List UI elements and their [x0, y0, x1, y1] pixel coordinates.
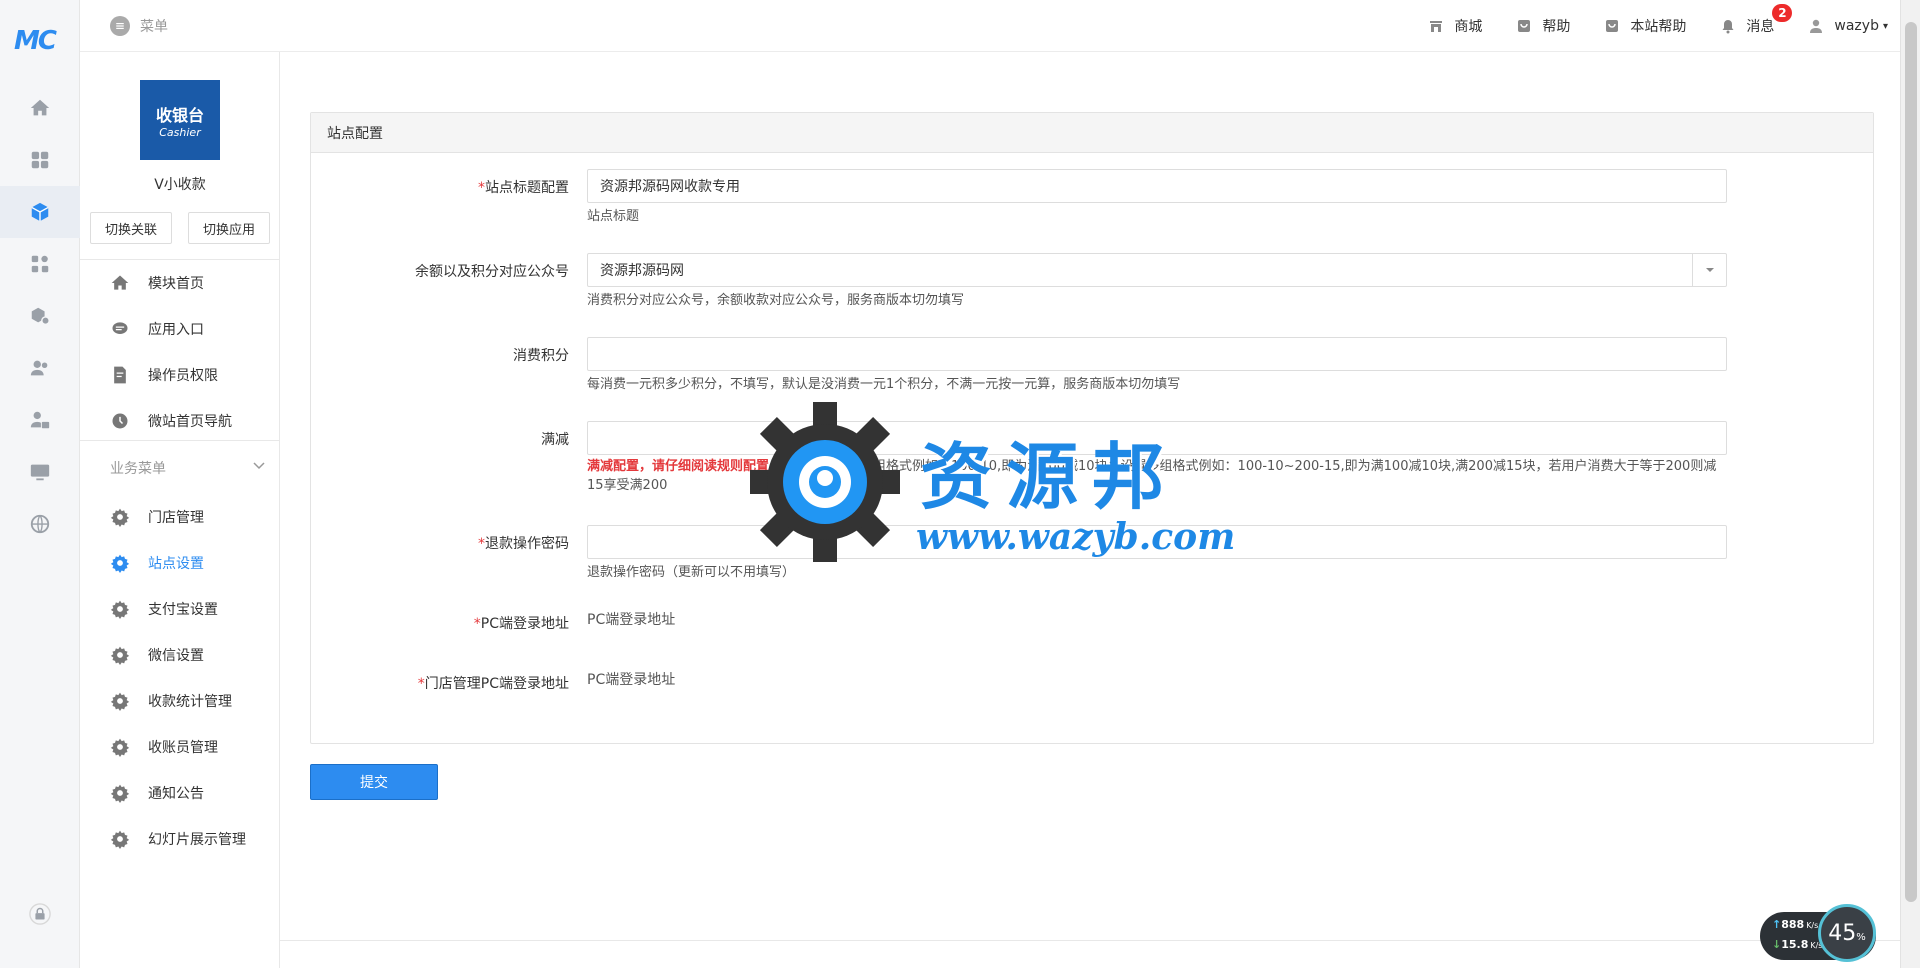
- rail-globe-icon[interactable]: [0, 498, 80, 550]
- site-title-input[interactable]: 资源邦源码网收款专用: [587, 169, 1727, 203]
- menu-list-icon: [110, 16, 130, 36]
- site-title-label: *站点标题配置: [478, 180, 569, 196]
- nav-site-help[interactable]: 本站帮助: [1604, 16, 1686, 36]
- rail-home-icon[interactable]: [0, 82, 80, 134]
- rail-user-lock-icon[interactable]: [0, 394, 80, 446]
- caret-down-icon: ▾: [1882, 20, 1888, 32]
- nav-help[interactable]: 帮助: [1516, 16, 1570, 36]
- user-menu[interactable]: wazyb ▾: [1808, 18, 1888, 34]
- menu-label: 菜单: [140, 19, 168, 35]
- points-label: 消费积分: [513, 348, 569, 364]
- gear-icon: [110, 784, 130, 803]
- rail-package-settings-icon[interactable]: [0, 290, 80, 342]
- store-pc-login-value: PC端登录地址: [587, 672, 676, 688]
- account-label: 余额以及积分对应公众号: [415, 264, 569, 280]
- refund-help: 退款操作密码（更新可以不用填写）: [587, 565, 796, 580]
- sidebar-item-announcements[interactable]: 通知公告: [80, 770, 280, 816]
- gear-icon: [110, 738, 130, 757]
- footer-divider: [280, 940, 1900, 941]
- submit-button[interactable]: 提交: [310, 764, 438, 800]
- pc-login-label: *PC端登录地址: [473, 616, 569, 632]
- business-menu: 门店管理 站点设置 支付宝设置 微信设置 收款统计管理 收账员管理 通知公告 幻…: [80, 494, 280, 862]
- pc-login-value: PC端登录地址: [587, 612, 676, 628]
- app-name: V小收款: [154, 177, 206, 193]
- select-caret-icon: [1692, 254, 1726, 286]
- menu-toggle[interactable]: 菜单: [110, 16, 168, 36]
- sidebar-item-app-entry[interactable]: 应用入口: [80, 306, 280, 352]
- shop-icon: [1430, 21, 1443, 32]
- gear-icon: [110, 830, 130, 849]
- home-icon: [111, 275, 129, 290]
- sidebar-item-microsite-nav[interactable]: 微站首页导航: [80, 398, 280, 444]
- nav-shop[interactable]: 商城: [1428, 16, 1482, 36]
- discount-help: 满减配置，请仔细阅读规则配置，可为空，设置一组格式例如：100-10,即为满10…: [587, 459, 1717, 493]
- discount-input[interactable]: [587, 421, 1727, 455]
- rail-cube-icon[interactable]: [0, 186, 80, 238]
- module-sidebar: 收银台 Cashier V小收款 切换关联 切换应用 模块首页 应用入口 操作员…: [80, 52, 280, 968]
- panel-title: 站点配置: [311, 113, 1873, 153]
- rail-monitor-icon[interactable]: [0, 446, 80, 498]
- main-content: 站点配置 *站点标题配置 资源邦源码网收款专用 站点标题 余额以及积分对应公众号…: [280, 52, 1900, 968]
- app-logo: 收银台 Cashier: [140, 80, 220, 160]
- gear-icon: [110, 600, 130, 619]
- site-config-panel: 站点配置 *站点标题配置 资源邦源码网收款专用 站点标题 余额以及积分对应公众号…: [310, 112, 1874, 744]
- user-name: wazyb: [1834, 18, 1879, 34]
- business-menu-header[interactable]: 业务菜单: [80, 440, 280, 494]
- discount-label: 满减: [541, 432, 569, 448]
- switch-link-button[interactable]: 切换关联: [90, 212, 172, 244]
- rail-apps-icon[interactable]: [0, 238, 80, 290]
- sidebar-item-alipay-settings[interactable]: 支付宝设置: [80, 586, 280, 632]
- sidebar-item-slideshow-management[interactable]: 幻灯片展示管理: [80, 816, 280, 862]
- sidebar-item-operator-permissions[interactable]: 操作员权限: [80, 352, 280, 398]
- upload-speed: ↑888 K/s: [1772, 918, 1819, 931]
- sidebar-item-module-home[interactable]: 模块首页: [80, 260, 280, 306]
- sidebar-item-cashier-management[interactable]: 收账员管理: [80, 724, 280, 770]
- chat-icon: [112, 322, 128, 334]
- site-help-icon: [1606, 20, 1619, 32]
- nav-messages[interactable]: 消息 2: [1720, 4, 1793, 36]
- top-nav: 商城 帮助 本站帮助 消息 2 wazyb ▾: [1428, 0, 1888, 52]
- account-help: 消费积分对应公众号，余额收款对应公众号，服务商版本切勿填写: [587, 293, 965, 308]
- store-pc-login-label: *门店管理PC端登录地址: [417, 676, 569, 692]
- edit-doc-icon: [114, 366, 126, 384]
- switch-app-button[interactable]: 切换应用: [188, 212, 270, 244]
- rail-grid-icon[interactable]: [0, 134, 80, 186]
- gear-icon: [110, 508, 130, 527]
- download-speed: ↓15.8 K/s: [1772, 938, 1823, 951]
- site-title-help: 站点标题: [587, 209, 640, 224]
- memory-usage-dial[interactable]: 45%: [1818, 904, 1876, 962]
- sidebar-item-store-management[interactable]: 门店管理: [80, 494, 280, 540]
- rail-users-icon[interactable]: [0, 342, 80, 394]
- icon-rail: MC: [0, 0, 80, 968]
- bell-icon: [1722, 20, 1734, 34]
- points-help: 每消费一元积多少积分，不填写，默认是没消费一元1个积分，不满一元按一元算，服务商…: [587, 377, 1181, 392]
- page-scrollbar[interactable]: [1900, 0, 1920, 968]
- gear-icon: [110, 554, 130, 573]
- app-card: 收银台 Cashier V小收款 切换关联 切换应用: [80, 52, 280, 260]
- sidebar-item-payment-stats[interactable]: 收款统计管理: [80, 678, 280, 724]
- sidebar-item-wechat-settings[interactable]: 微信设置: [80, 632, 280, 678]
- refund-password-input[interactable]: [587, 525, 1727, 559]
- refund-label: *退款操作密码: [478, 536, 569, 552]
- account-select[interactable]: 资源邦源码网: [587, 253, 1727, 287]
- brand-logo[interactable]: MC: [14, 26, 66, 56]
- module-menu: 模块首页 应用入口 操作员权限 微站首页导航: [80, 260, 280, 444]
- gear-icon: [110, 646, 130, 665]
- chevron-down-icon: [253, 462, 265, 470]
- sidebar-item-site-settings[interactable]: 站点设置: [80, 540, 280, 586]
- user-avatar-icon: [1810, 19, 1823, 33]
- top-bar: 菜单 商城 帮助 本站帮助 消息 2 wazyb ▾: [80, 0, 1920, 52]
- compass-icon: [112, 413, 128, 429]
- help-icon: [1518, 20, 1531, 32]
- points-input[interactable]: [587, 337, 1727, 371]
- rail-lock-icon[interactable]: [0, 888, 80, 940]
- gear-icon: [110, 692, 130, 711]
- message-count-badge: 2: [1772, 4, 1793, 22]
- scrollbar-thumb[interactable]: [1905, 22, 1917, 902]
